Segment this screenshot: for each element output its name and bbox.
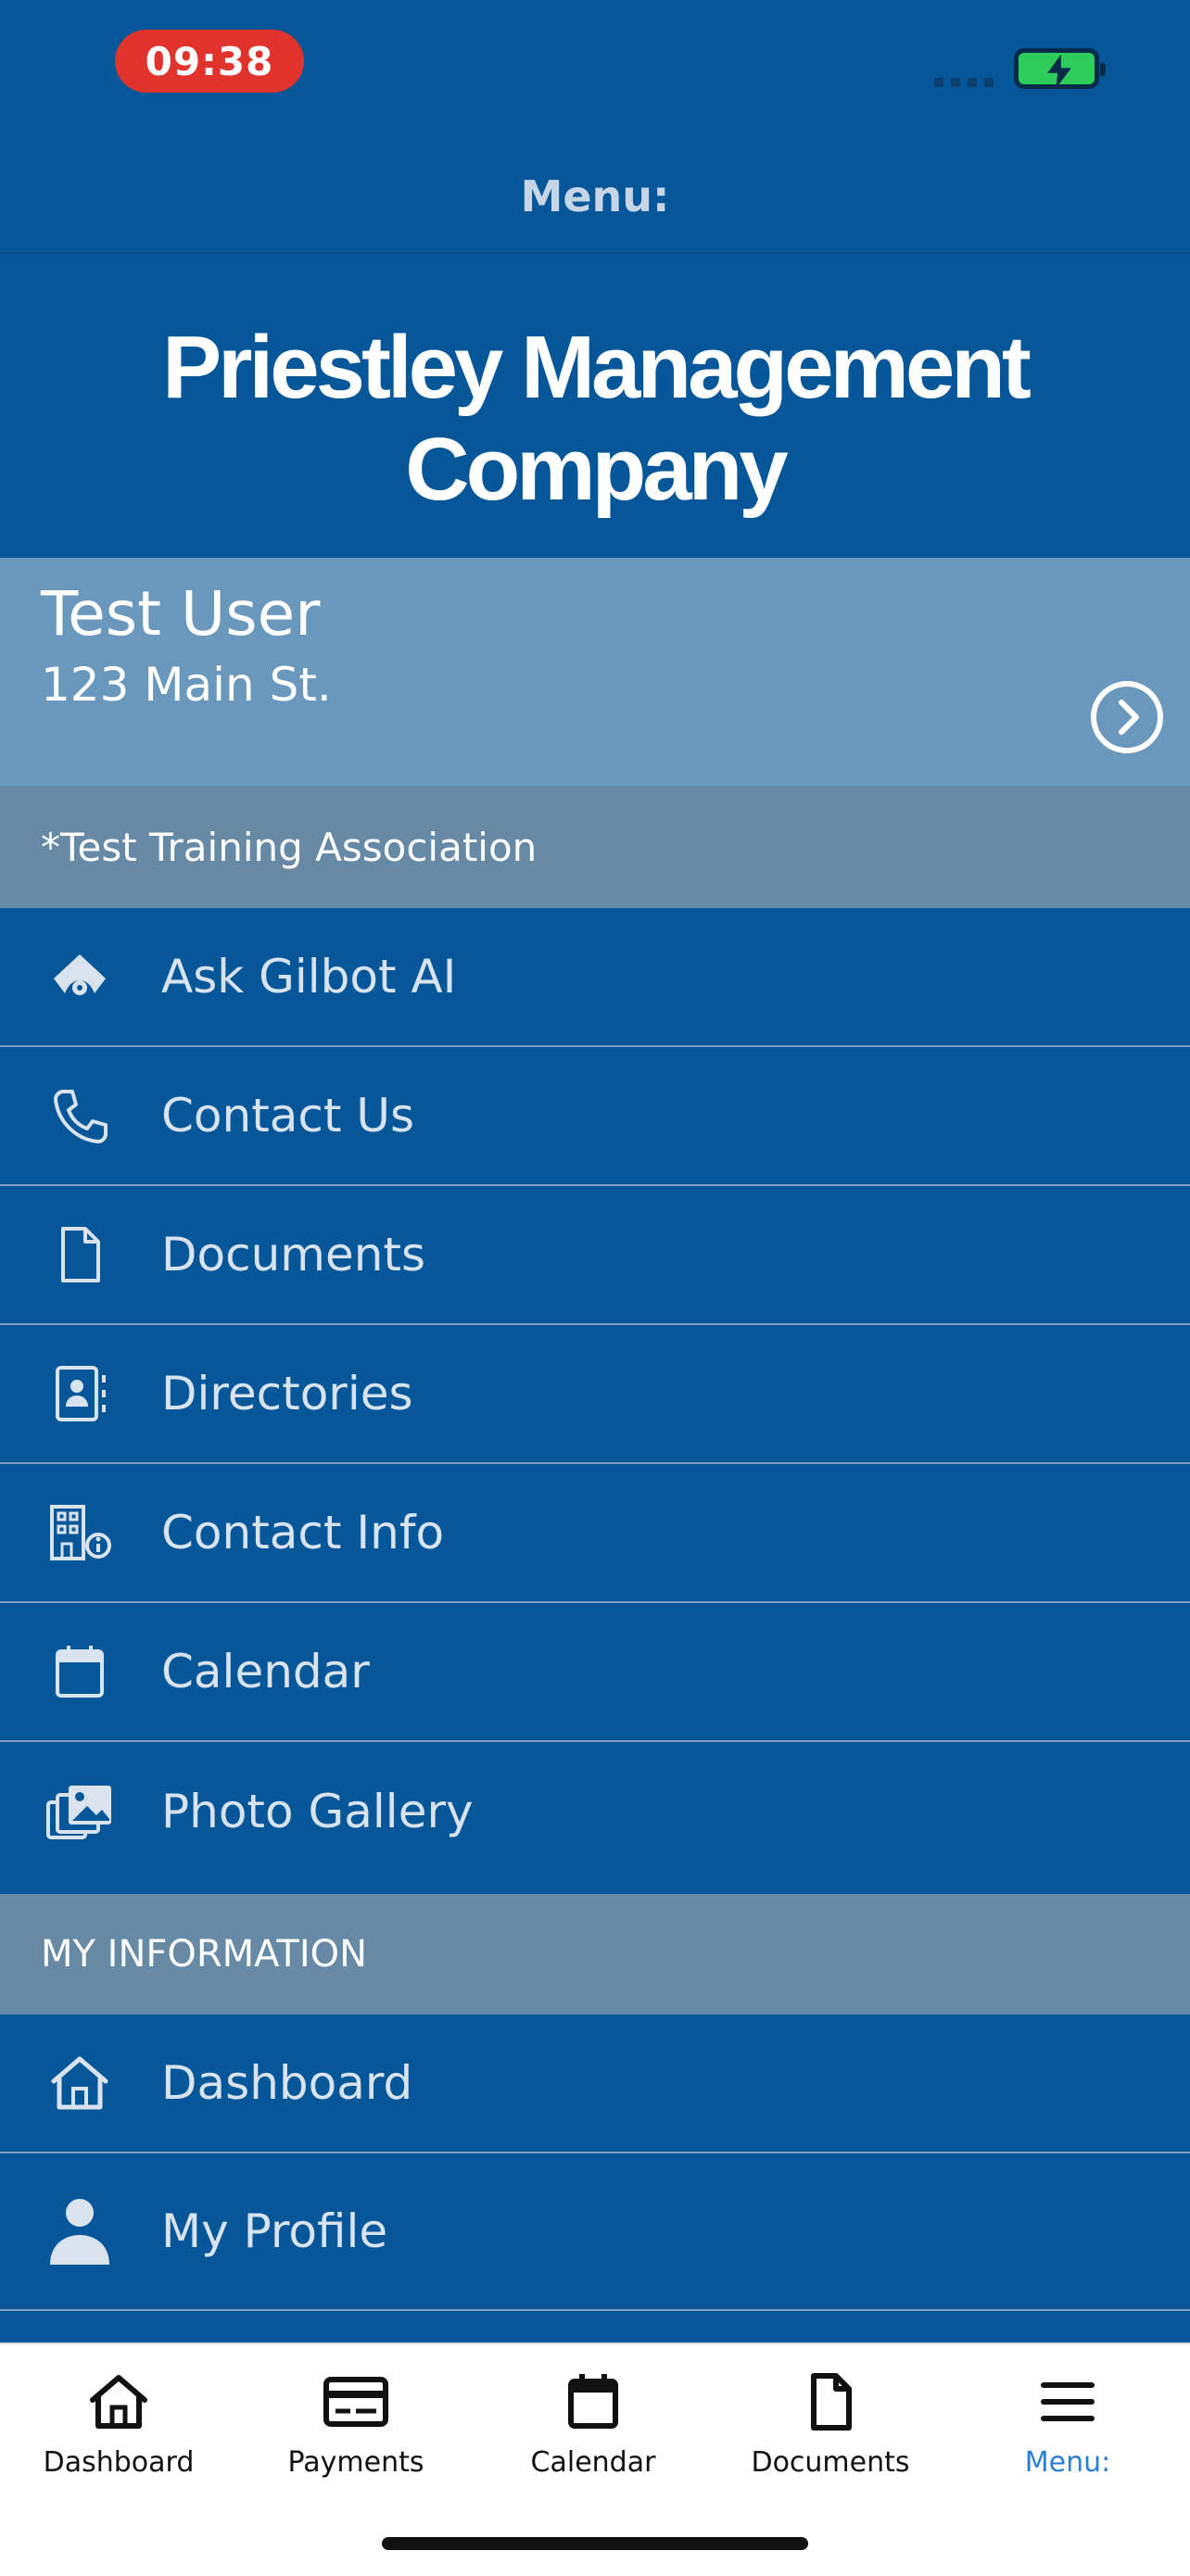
menu-item-documents[interactable]: Documents <box>0 1186 1190 1325</box>
menu-item-label: Contact Info <box>161 1506 445 1559</box>
main-menu-list: Ask Gilbot AI Contact Us Documents Direc… <box>0 908 1190 1881</box>
menu-item-label: Ask Gilbot AI <box>161 950 457 1004</box>
association-selector[interactable]: *Test Training Association <box>0 786 1190 908</box>
tab-label: Documents <box>751 2446 910 2479</box>
home-indicator[interactable] <box>382 2537 808 2550</box>
document-icon <box>41 1216 119 1294</box>
phone-icon <box>41 1077 119 1155</box>
building-info-icon <box>41 1494 119 1572</box>
menu-item-label: Documents <box>161 1228 426 1282</box>
tab-documents[interactable]: Documents <box>712 2365 949 2494</box>
payment-card-icon <box>323 2365 389 2439</box>
menu-item-contact-us[interactable]: Contact Us <box>0 1047 1190 1186</box>
menu-item-label: Contact Us <box>161 1089 415 1143</box>
calendar-icon <box>563 2365 623 2439</box>
document-icon <box>801 2365 860 2439</box>
hamburger-icon <box>1040 2365 1095 2439</box>
menu-item-calendar[interactable]: Calendar <box>0 1603 1190 1742</box>
battery-icon <box>1014 48 1106 89</box>
home-icon <box>87 2365 150 2439</box>
menu-item-label: Photo Gallery <box>161 1785 474 1838</box>
photo-gallery-icon <box>41 1773 119 1850</box>
menu-item-label: Directories <box>161 1367 413 1421</box>
calendar-icon <box>41 1633 119 1711</box>
tab-label: Dashboard <box>43 2446 195 2479</box>
home-icon <box>41 2044 119 2122</box>
user-address: 123 Main St. <box>41 658 332 712</box>
section-heading-my-information: MY INFORMATION <box>0 1894 1190 2014</box>
menu-item-contact-info[interactable]: Contact Info <box>0 1464 1190 1603</box>
contact-book-icon <box>41 1355 119 1433</box>
menu-item-label: Dashboard <box>161 2056 413 2110</box>
signal-icon <box>934 78 994 87</box>
menu-item-label: Calendar <box>161 1645 370 1698</box>
company-name: Priestley Management Company <box>162 318 1032 519</box>
menu-item-label: My Profile <box>161 2204 388 2258</box>
page-title: Menu: <box>0 141 1190 254</box>
menu-item-ask-gilbot-ai[interactable]: Ask Gilbot AI <box>0 908 1190 1047</box>
tab-label: Payments <box>287 2446 424 2479</box>
tab-dashboard[interactable]: Dashboard <box>0 2365 237 2494</box>
status-time: 09:38 <box>115 30 304 93</box>
menu-item-my-profile[interactable]: My Profile <box>0 2153 1190 2311</box>
menu-item-photo-gallery[interactable]: Photo Gallery <box>0 1742 1190 1881</box>
my-information-list: Dashboard My Profile <box>0 2014 1190 2311</box>
user-card[interactable]: Test User 123 Main St. <box>0 558 1190 786</box>
tab-label: Menu: <box>1024 2446 1111 2479</box>
user-name: Test User <box>41 578 321 650</box>
menu-item-dashboard[interactable]: Dashboard <box>0 2014 1190 2153</box>
status-bar: 09:38 <box>0 0 1190 130</box>
gilbot-icon <box>41 938 119 1016</box>
tab-payments[interactable]: Payments <box>237 2365 475 2494</box>
tab-menu[interactable]: Menu: <box>949 2365 1186 2494</box>
chevron-right-circle-icon[interactable] <box>1088 678 1166 760</box>
tab-calendar[interactable]: Calendar <box>475 2365 712 2494</box>
menu-item-directories[interactable]: Directories <box>0 1325 1190 1464</box>
tab-label: Calendar <box>530 2446 656 2479</box>
person-icon <box>41 2192 119 2270</box>
